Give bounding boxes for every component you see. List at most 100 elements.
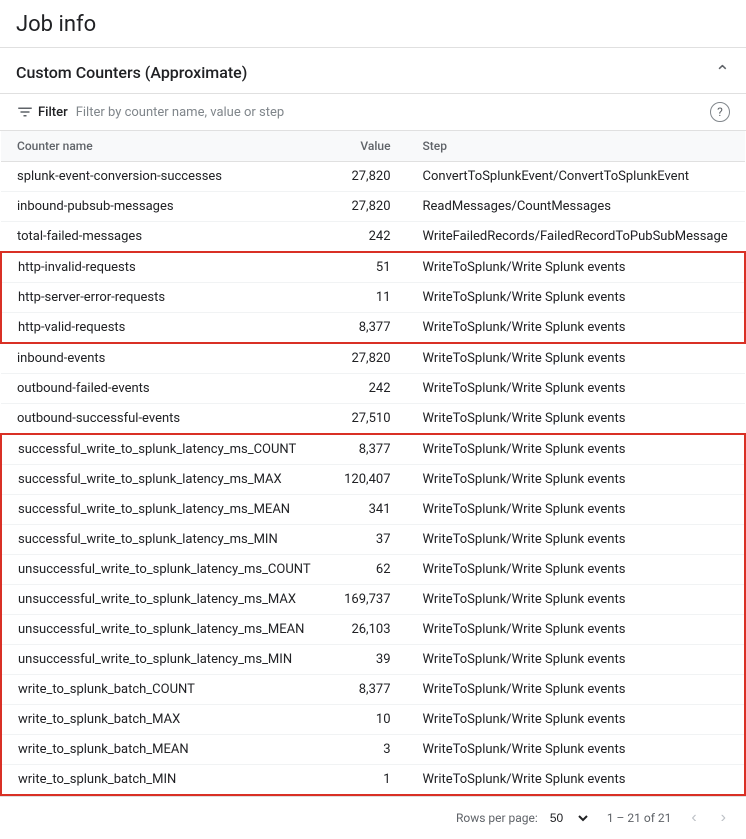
- col-header-step: Step: [407, 131, 745, 162]
- table-row: unsuccessful_write_to_splunk_latency_ms_…: [1, 615, 745, 645]
- table-row: inbound-pubsub-messages27,820ReadMessage…: [1, 192, 745, 222]
- help-icon[interactable]: ?: [710, 102, 730, 122]
- counter-value-cell: 11: [328, 283, 407, 313]
- table-row: write_to_splunk_batch_COUNT8,377WriteToS…: [1, 675, 745, 705]
- counter-value-cell: 27,510: [328, 404, 407, 435]
- counter-value-cell: 3: [328, 735, 407, 765]
- counter-name-cell: unsuccessful_write_to_splunk_latency_ms_…: [1, 645, 328, 675]
- counter-step-cell: WriteToSplunk/Write Splunk events: [407, 585, 745, 615]
- counter-value-cell: 8,377: [328, 313, 407, 344]
- table-row: write_to_splunk_batch_MIN1WriteToSplunk/…: [1, 765, 745, 796]
- prev-page-button[interactable]: ‹: [687, 807, 700, 829]
- collapse-icon[interactable]: ⌃: [715, 62, 730, 83]
- filter-input[interactable]: Filter by counter name, value or step: [76, 105, 284, 120]
- counter-name-cell: splunk-event-conversion-successes: [1, 162, 328, 192]
- counter-name-cell: successful_write_to_splunk_latency_ms_CO…: [1, 434, 328, 465]
- counter-step-cell: WriteToSplunk/Write Splunk events: [407, 495, 745, 525]
- filter-icon: [16, 103, 34, 121]
- page-header: Job info: [0, 0, 746, 48]
- counter-name-cell: write_to_splunk_batch_MEAN: [1, 735, 328, 765]
- counter-value-cell: 37: [328, 525, 407, 555]
- counter-value-cell: 51: [328, 252, 407, 283]
- counter-step-cell: WriteToSplunk/Write Splunk events: [407, 645, 745, 675]
- counter-step-cell: WriteToSplunk/Write Splunk events: [407, 374, 745, 404]
- counter-step-cell: WriteToSplunk/Write Splunk events: [407, 283, 745, 313]
- page-range: 1 – 21 of 21: [607, 811, 672, 825]
- counter-step-cell: WriteToSplunk/Write Splunk events: [407, 525, 745, 555]
- counter-step-cell: ConvertToSplunkEvent/ConvertToSplunkEven…: [407, 162, 745, 192]
- table-row: successful_write_to_splunk_latency_ms_CO…: [1, 434, 745, 465]
- counter-value-cell: 27,820: [328, 343, 407, 374]
- table-row: http-invalid-requests51WriteToSplunk/Wri…: [1, 252, 745, 283]
- counter-step-cell: WriteToSplunk/Write Splunk events: [407, 735, 745, 765]
- counter-step-cell: WriteToSplunk/Write Splunk events: [407, 343, 745, 374]
- page-title: Job info: [16, 12, 96, 37]
- counter-name-cell: write_to_splunk_batch_COUNT: [1, 675, 328, 705]
- counter-value-cell: 1: [328, 765, 407, 796]
- counter-value-cell: 8,377: [328, 434, 407, 465]
- counter-step-cell: WriteToSplunk/Write Splunk events: [407, 404, 745, 435]
- rows-per-page-label: Rows per page:: [456, 811, 538, 825]
- counter-step-cell: WriteToSplunk/Write Splunk events: [407, 675, 745, 705]
- table-row: total-failed-messages242WriteFailedRecor…: [1, 222, 745, 253]
- filter-label: Filter: [38, 105, 68, 120]
- counter-value-cell: 242: [328, 222, 407, 253]
- table-row: successful_write_to_splunk_latency_ms_MA…: [1, 465, 745, 495]
- counter-value-cell: 120,407: [328, 465, 407, 495]
- rows-per-page-select[interactable]: 50 100: [542, 810, 591, 826]
- counter-name-cell: write_to_splunk_batch_MAX: [1, 705, 328, 735]
- counter-name-cell: outbound-failed-events: [1, 374, 328, 404]
- counter-name-cell: successful_write_to_splunk_latency_ms_MA…: [1, 465, 328, 495]
- table-row: unsuccessful_write_to_splunk_latency_ms_…: [1, 585, 745, 615]
- counter-step-cell: WriteToSplunk/Write Splunk events: [407, 615, 745, 645]
- counter-name-cell: successful_write_to_splunk_latency_ms_ME…: [1, 495, 328, 525]
- table-row: successful_write_to_splunk_latency_ms_MI…: [1, 525, 745, 555]
- table-row: unsuccessful_write_to_splunk_latency_ms_…: [1, 555, 745, 585]
- counter-name-cell: http-valid-requests: [1, 313, 328, 344]
- counter-name-cell: inbound-events: [1, 343, 328, 374]
- counter-value-cell: 341: [328, 495, 407, 525]
- counter-name-cell: inbound-pubsub-messages: [1, 192, 328, 222]
- counter-step-cell: WriteToSplunk/Write Splunk events: [407, 465, 745, 495]
- counter-value-cell: 8,377: [328, 675, 407, 705]
- col-header-name: Counter name: [1, 131, 328, 162]
- counter-value-cell: 26,103: [328, 615, 407, 645]
- rows-per-page: Rows per page: 50 100: [456, 810, 591, 826]
- counter-value-cell: 27,820: [328, 162, 407, 192]
- counter-name-cell: outbound-successful-events: [1, 404, 328, 435]
- table-row: unsuccessful_write_to_splunk_latency_ms_…: [1, 645, 745, 675]
- counter-step-cell: WriteToSplunk/Write Splunk events: [407, 313, 745, 344]
- filter-bar: Filter Filter by counter name, value or …: [0, 94, 746, 131]
- counter-value-cell: 10: [328, 705, 407, 735]
- counter-step-cell: WriteToSplunk/Write Splunk events: [407, 555, 745, 585]
- table-row: inbound-events27,820WriteToSplunk/Write …: [1, 343, 745, 374]
- table-row: successful_write_to_splunk_latency_ms_ME…: [1, 495, 745, 525]
- table-row: write_to_splunk_batch_MAX10WriteToSplunk…: [1, 705, 745, 735]
- counter-value-cell: 39: [328, 645, 407, 675]
- counter-value-cell: 62: [328, 555, 407, 585]
- section-title: Custom Counters (Approximate): [16, 63, 247, 82]
- table-row: http-server-error-requests11WriteToSplun…: [1, 283, 745, 313]
- table-row: outbound-failed-events242WriteToSplunk/W…: [1, 374, 745, 404]
- counter-step-cell: WriteToSplunk/Write Splunk events: [407, 705, 745, 735]
- counter-step-cell: WriteToSplunk/Write Splunk events: [407, 765, 745, 796]
- counter-name-cell: http-server-error-requests: [1, 283, 328, 313]
- table-row: http-valid-requests8,377WriteToSplunk/Wr…: [1, 313, 745, 344]
- filter-icon-wrap: Filter: [16, 103, 68, 121]
- counter-name-cell: total-failed-messages: [1, 222, 328, 253]
- counter-value-cell: 27,820: [328, 192, 407, 222]
- next-page-button[interactable]: ›: [717, 807, 730, 829]
- counters-table: Counter name Value Step splunk-event-con…: [0, 131, 746, 796]
- counter-step-cell: WriteFailedRecords/FailedRecordToPubSubM…: [407, 222, 745, 253]
- counter-name-cell: unsuccessful_write_to_splunk_latency_ms_…: [1, 585, 328, 615]
- counter-step-cell: WriteToSplunk/Write Splunk events: [407, 252, 745, 283]
- table-footer: Rows per page: 50 100 1 – 21 of 21 ‹ ›: [0, 796, 746, 839]
- table-row: write_to_splunk_batch_MEAN3WriteToSplunk…: [1, 735, 745, 765]
- counter-step-cell: ReadMessages/CountMessages: [407, 192, 745, 222]
- table-row: splunk-event-conversion-successes27,820C…: [1, 162, 745, 192]
- counter-value-cell: 242: [328, 374, 407, 404]
- table-header-row: Counter name Value Step: [1, 131, 745, 162]
- counter-name-cell: write_to_splunk_batch_MIN: [1, 765, 328, 796]
- counter-step-cell: WriteToSplunk/Write Splunk events: [407, 434, 745, 465]
- counter-name-cell: http-invalid-requests: [1, 252, 328, 283]
